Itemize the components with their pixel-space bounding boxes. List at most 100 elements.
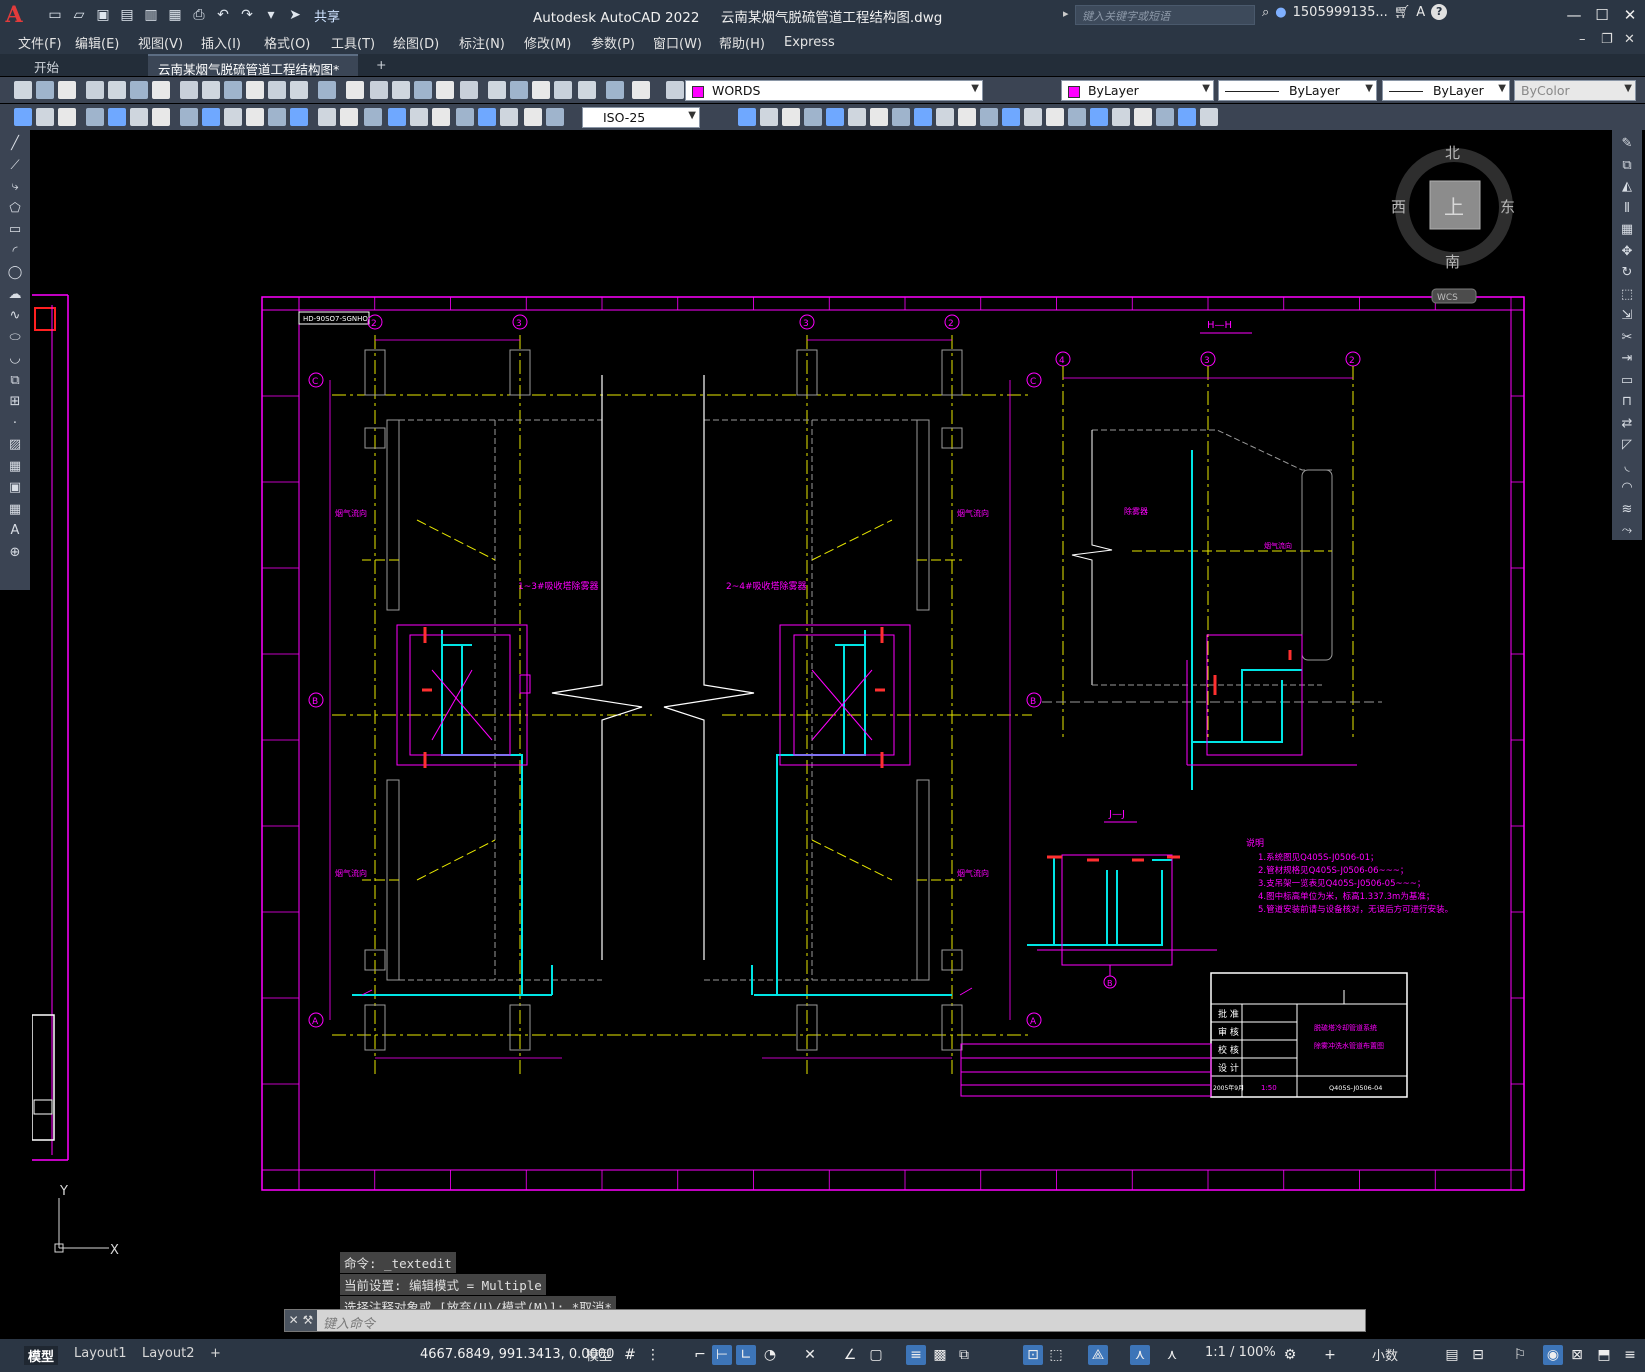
user-icon[interactable]: ● <box>1275 5 1286 20</box>
lineweight-icon[interactable]: ≡ <box>906 1345 926 1365</box>
insert-block-icon[interactable] <box>1090 108 1108 126</box>
viewcube-north[interactable]: 北 <box>1445 144 1460 162</box>
revision-cloud-icon[interactable]: ☁ <box>6 287 24 303</box>
menu-draw[interactable]: 绘图(D) <box>393 33 459 52</box>
menu-dimension[interactable]: 标注(N) <box>459 33 524 52</box>
tolerance-icon[interactable] <box>388 108 406 126</box>
polyline-icon[interactable]: ⤷ <box>6 179 24 195</box>
quick-properties-icon[interactable]: ▤ <box>1442 1345 1462 1365</box>
baseline-icon[interactable] <box>290 108 308 126</box>
layer-walk-icon[interactable] <box>58 108 76 126</box>
plus-icon[interactable]: + <box>1320 1345 1340 1365</box>
move-icon[interactable]: ✥ <box>1618 244 1636 260</box>
make-block-icon[interactable]: ⊞ <box>6 394 24 410</box>
viewcube-top[interactable]: 上 <box>1444 195 1464 219</box>
3d-print-icon[interactable] <box>152 81 170 99</box>
plotstyle-dropdown[interactable]: ByColor ▼ <box>1514 80 1636 101</box>
menu-modify[interactable]: 修改(M) <box>524 33 591 52</box>
share-button[interactable]: 共享 <box>314 6 340 25</box>
move-icon[interactable] <box>738 108 756 126</box>
cart-icon[interactable]: 🛒︎ <box>1394 5 1411 20</box>
join-icon[interactable] <box>980 108 998 126</box>
tab-layout2[interactable]: Layout2 <box>142 1346 194 1361</box>
linear-dim-icon[interactable] <box>86 108 104 126</box>
search-input[interactable]: 键入关键字或短语 <box>1075 5 1255 25</box>
trim-icon[interactable]: ✂ <box>1618 330 1636 346</box>
polar-icon[interactable]: ◔ <box>760 1345 780 1365</box>
break-at-point-icon[interactable]: ▭ <box>1618 373 1636 389</box>
workspace-gear-icon[interactable]: ⚙ <box>1280 1345 1300 1365</box>
menu-file[interactable]: 文件(F) <box>18 33 75 52</box>
fullscreen-icon[interactable]: ⬒ <box>1594 1345 1614 1365</box>
layer-on-icon[interactable] <box>666 81 684 99</box>
command-input[interactable]: 键入命令 <box>323 1313 375 1332</box>
line-icon[interactable]: ╱ <box>6 136 24 152</box>
offset-icon[interactable]: ⫴ <box>1618 201 1636 217</box>
polygon-icon[interactable]: ⬠ <box>6 201 24 217</box>
clean-screen-icon[interactable]: ⊠ <box>1567 1345 1587 1365</box>
dim-update-icon[interactable] <box>524 108 542 126</box>
osnap-tracking-icon[interactable]: ∠ <box>840 1345 860 1365</box>
dim-space-icon[interactable] <box>340 108 358 126</box>
save-icon[interactable]: ▣ <box>92 4 114 26</box>
dynamic-ucs-icon[interactable]: ⬚ <box>1046 1345 1066 1365</box>
ellipse-arc-icon[interactable]: ◡ <box>6 351 24 367</box>
units-dropdown[interactable]: 小数 <box>1372 1345 1398 1364</box>
inspect-icon[interactable] <box>432 108 450 126</box>
radius-icon[interactable] <box>180 108 198 126</box>
layer-previous-icon[interactable] <box>36 108 54 126</box>
lineweight-dropdown[interactable]: ByLayer ▼ <box>1382 80 1510 101</box>
menu-express[interactable]: Express <box>784 35 847 50</box>
zoom-window-icon[interactable] <box>392 81 410 99</box>
save-as-icon[interactable]: ▤ <box>116 4 138 26</box>
gradient-icon[interactable]: ▦ <box>6 459 24 475</box>
array-icon[interactable]: ▦ <box>1618 222 1636 238</box>
break-icon[interactable] <box>958 108 976 126</box>
menu-window[interactable]: 窗口(W) <box>653 33 719 52</box>
ordinate-icon[interactable] <box>152 108 170 126</box>
new-icon[interactable] <box>14 81 32 99</box>
layer-match-icon[interactable] <box>14 108 32 126</box>
rotate-icon[interactable]: ↻ <box>1618 265 1636 281</box>
isodraft-icon[interactable]: ✕ <box>800 1345 820 1365</box>
color-dropdown[interactable]: ByLayer ▼ <box>1061 80 1214 101</box>
grid-icon[interactable]: # <box>620 1345 640 1365</box>
menu-tools[interactable]: 工具(T) <box>331 33 393 52</box>
edit-polyline-icon[interactable]: ⤳ <box>1618 523 1636 539</box>
make-block-icon[interactable] <box>1112 108 1130 126</box>
menu-edit[interactable]: 编辑(E) <box>75 33 138 52</box>
add-layout-button[interactable]: + <box>210 1346 221 1361</box>
dynamic-input-icon[interactable]: ⊢ <box>712 1345 732 1365</box>
redo-icon[interactable] <box>318 81 336 99</box>
trim-icon[interactable] <box>914 108 932 126</box>
tool-palettes-icon[interactable] <box>488 81 506 99</box>
dim-edit-icon[interactable] <box>478 108 496 126</box>
viewcube-south[interactable]: 南 <box>1445 253 1460 271</box>
viewcube-east[interactable]: 东 <box>1500 198 1515 216</box>
point-icon[interactable] <box>1134 108 1152 126</box>
doc-close-icon[interactable]: ✕ <box>1624 32 1635 47</box>
autodesk-app-icon[interactable]: A <box>1416 5 1425 20</box>
array-icon[interactable] <box>826 108 844 126</box>
arc-length-icon[interactable] <box>130 108 148 126</box>
explode-icon[interactable] <box>1068 108 1086 126</box>
stretch-icon[interactable] <box>892 108 910 126</box>
paste-icon[interactable] <box>224 81 242 99</box>
center-mark-icon[interactable] <box>410 108 428 126</box>
dimstyle-dropdown[interactable]: ISO-25 ▼ <box>582 107 700 128</box>
annotation-visibility-icon[interactable]: ⋏ <box>1130 1345 1150 1365</box>
drawing-svg[interactable]: HD-90SO7-SGNHO 2 3 3 2 C B A C B A 烟气流向 … <box>32 130 1602 1335</box>
annotation-scale[interactable]: 1:1 / 100% <box>1205 1345 1276 1360</box>
close-icon[interactable]: ✕ <box>1617 2 1643 28</box>
markup-icon[interactable] <box>532 81 550 99</box>
doc-restore-icon[interactable]: ❐ <box>1601 32 1613 47</box>
design-center-icon[interactable] <box>460 81 478 99</box>
diameter-icon[interactable] <box>224 108 242 126</box>
help-icon[interactable] <box>578 81 596 99</box>
cut-icon[interactable] <box>180 81 198 99</box>
dim-break-icon[interactable] <box>364 108 382 126</box>
menu-view[interactable]: 视图(V) <box>138 33 201 52</box>
quick-dim-icon[interactable] <box>268 108 286 126</box>
circle-icon[interactable]: ◯ <box>6 265 24 281</box>
command-line[interactable]: ✕ ⚒ 键入命令 <box>284 1309 1366 1332</box>
